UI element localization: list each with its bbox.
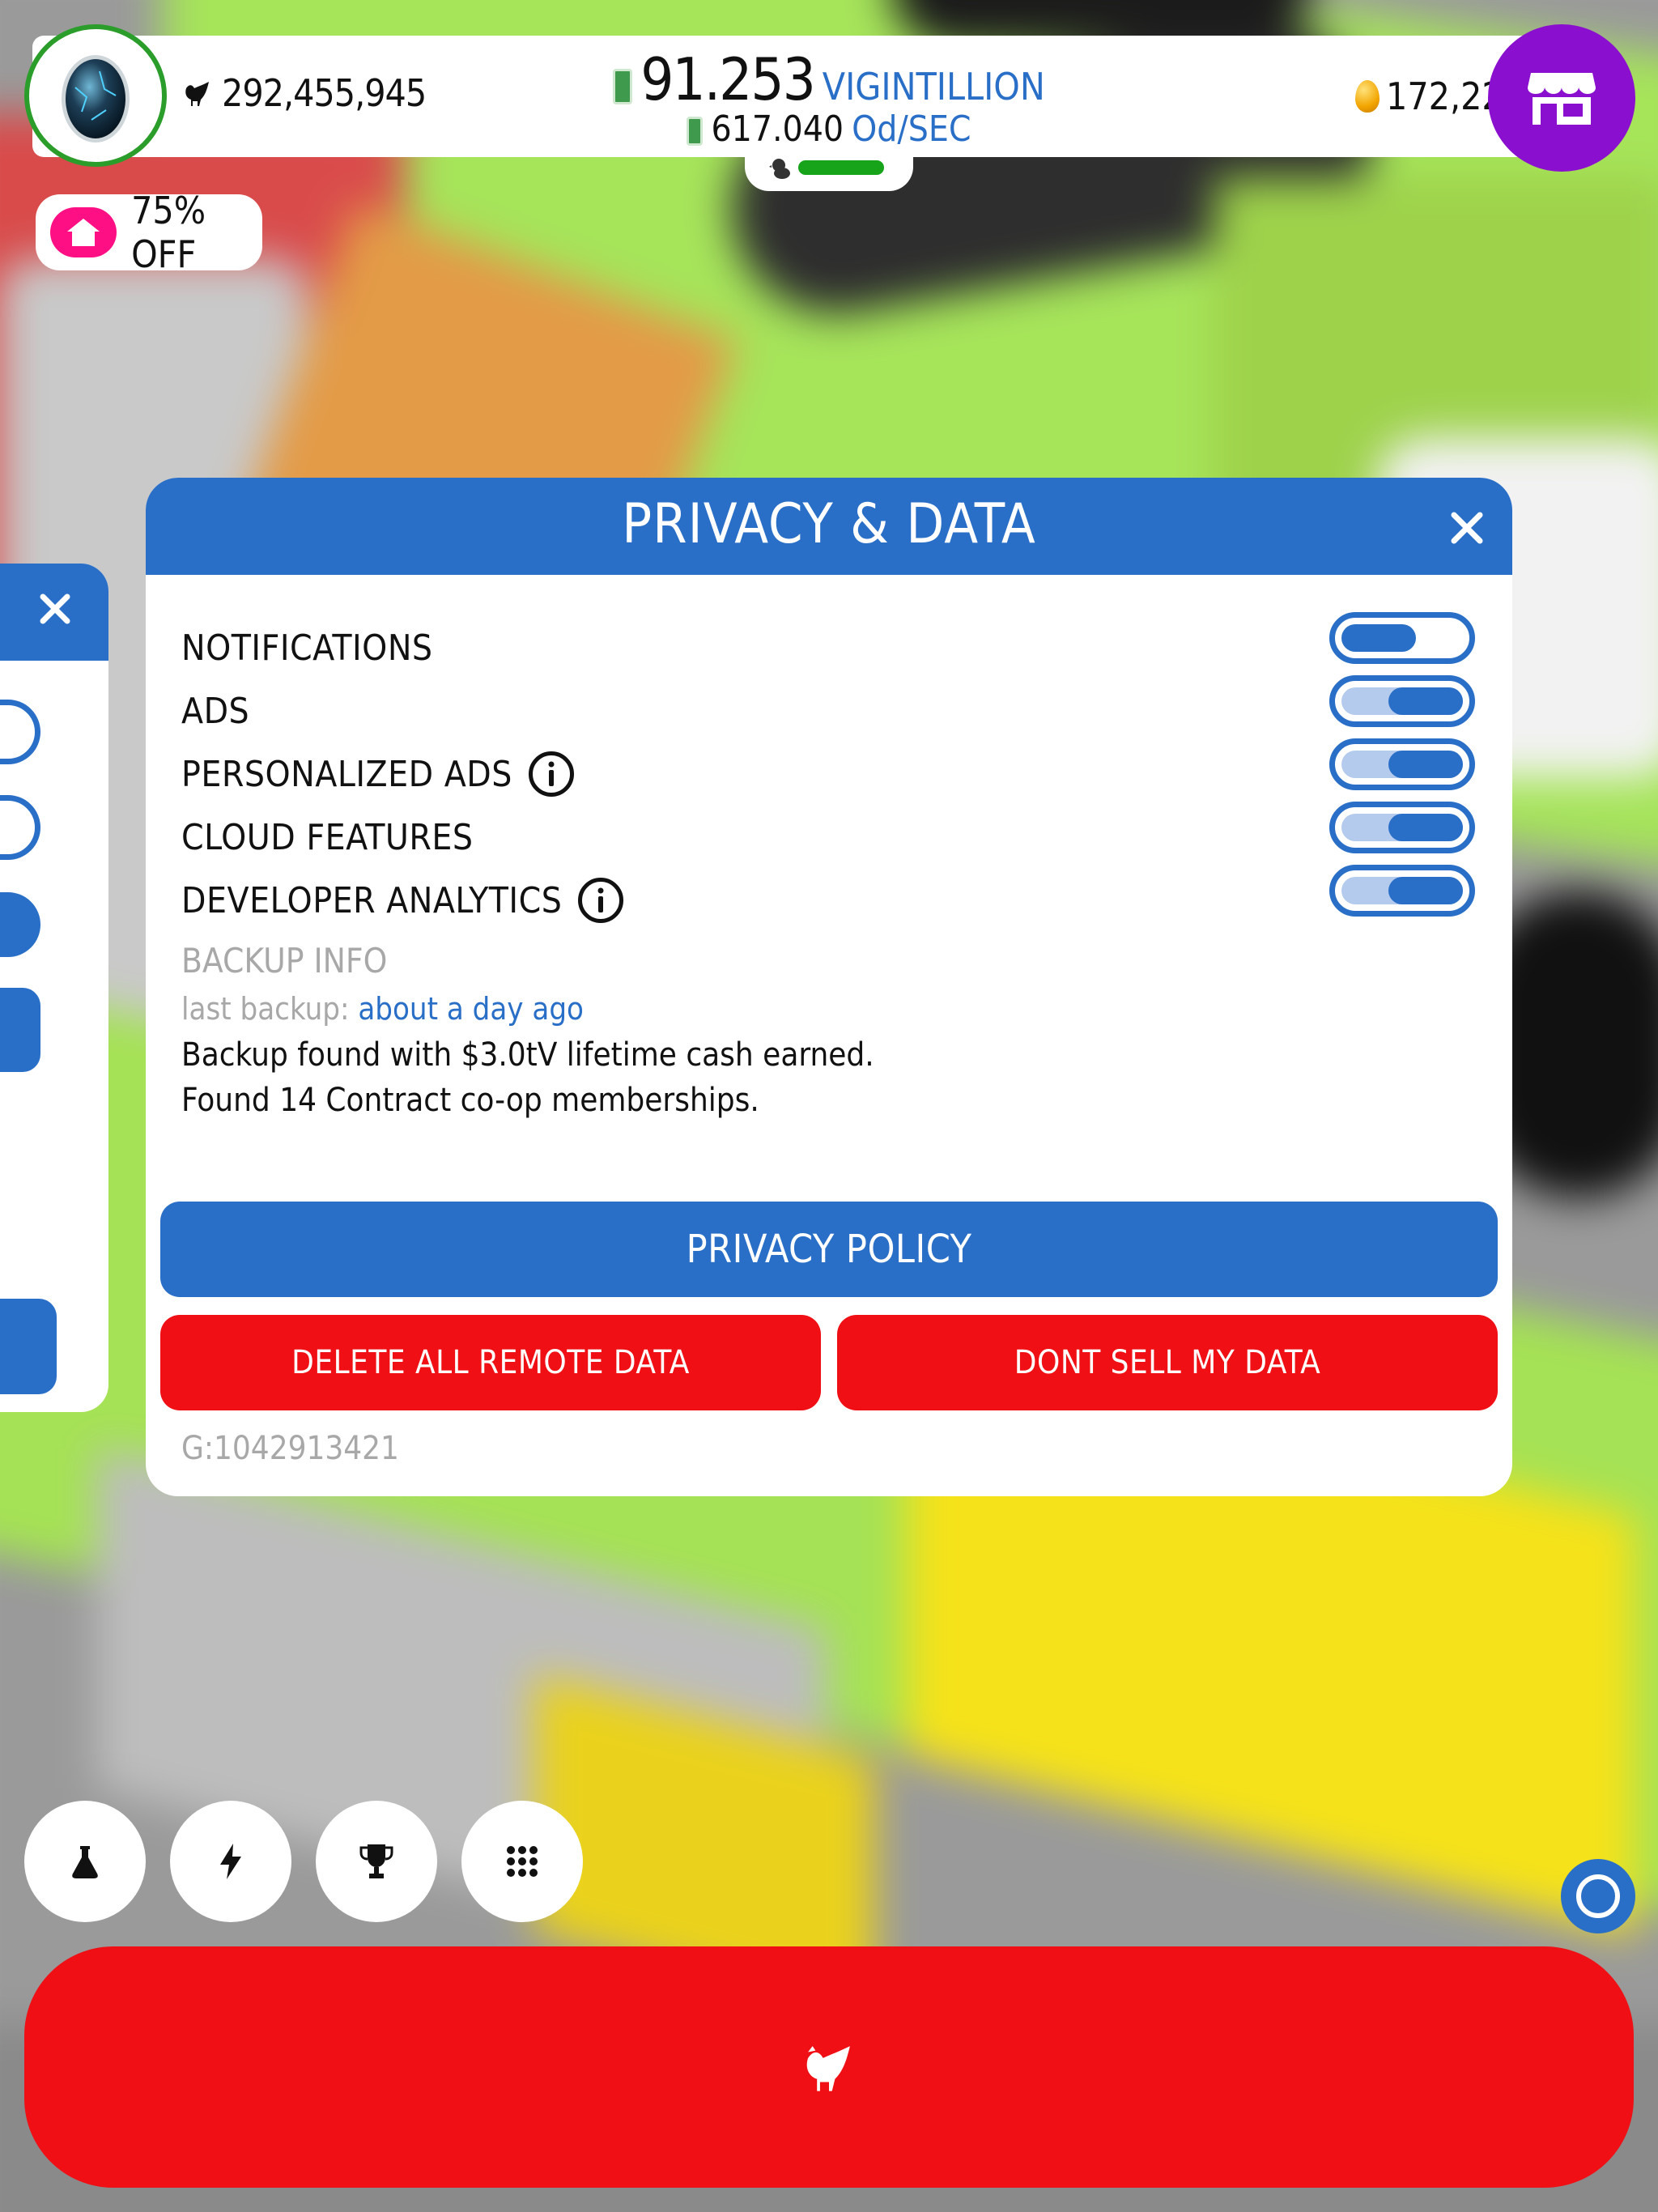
cash-amount: 91.253: [640, 45, 816, 113]
trophy-button[interactable]: [316, 1801, 437, 1922]
privacy-data-dialog: PRIVACY & DATA NOTIFICATIONS ADS PERSONA…: [146, 478, 1512, 1496]
backup-coop-summary: Found 14 Contract co-op memberships.: [181, 1082, 759, 1119]
ring-icon: [1576, 1874, 1620, 1918]
chick-icon: [769, 159, 790, 179]
boost-button[interactable]: [170, 1801, 291, 1922]
ads-toggle[interactable]: [1329, 675, 1475, 727]
setting-label: DEVELOPER ANALYTICS: [181, 879, 563, 921]
info-icon[interactable]: [528, 751, 574, 797]
setting-row-cloud-features: CLOUD FEATURES: [181, 808, 474, 866]
dont-sell-data-button[interactable]: DONT SELL MY DATA: [837, 1315, 1498, 1410]
side-button[interactable]: [0, 1299, 57, 1394]
golden-egg-icon: [1355, 80, 1380, 113]
background-settings-panel: [0, 564, 108, 1412]
hatch-chicken-button[interactable]: [24, 1946, 1634, 2188]
cash-bill-icon: [687, 117, 704, 146]
trophy-icon: [359, 1844, 393, 1878]
cloud-features-toggle[interactable]: [1329, 802, 1475, 853]
device-id: G:1042913421: [181, 1430, 399, 1467]
shop-button[interactable]: [1488, 24, 1635, 172]
research-icon: [72, 1846, 98, 1878]
close-icon[interactable]: [1449, 510, 1485, 546]
sale-text: 75% OFF: [131, 189, 206, 276]
menu-grid-icon: [507, 1846, 538, 1877]
setting-label: ADS: [181, 690, 250, 732]
cash-rate: 617.040: [711, 108, 844, 150]
menu-button[interactable]: [461, 1801, 583, 1922]
setting-row-personalized-ads: PERSONALIZED ADS: [181, 745, 574, 803]
delete-remote-data-button[interactable]: DELETE ALL REMOTE DATA: [160, 1315, 821, 1410]
chicken-icon: [806, 2046, 850, 2091]
shop-icon: [1528, 73, 1596, 125]
backup-summary: Backup found with $3.0tV lifetime cash e…: [181, 1036, 874, 1074]
cash-bill-icon: [613, 69, 633, 104]
setting-label: CLOUD FEATURES: [181, 816, 474, 858]
info-icon[interactable]: [578, 878, 624, 923]
last-backup-label: last backup:: [181, 991, 350, 1027]
notifications-toggle[interactable]: [1329, 612, 1475, 664]
personalized-ads-toggle[interactable]: [1329, 738, 1475, 790]
close-icon[interactable]: [39, 593, 71, 625]
hatchery-capacity-tab: [745, 146, 913, 191]
camera-toggle-button[interactable]: [1561, 1859, 1635, 1933]
hatchery-progress-bar: [798, 160, 884, 175]
setting-row-ads: ADS: [181, 682, 249, 740]
setting-label: NOTIFICATIONS: [181, 627, 433, 669]
side-toggle[interactable]: [0, 892, 40, 957]
setting-row-developer-analytics: DEVELOPER ANALYTICS: [181, 871, 624, 929]
side-toggle[interactable]: [0, 795, 40, 860]
side-button[interactable]: [0, 988, 40, 1072]
side-toggle[interactable]: [0, 700, 40, 764]
dialog-title: PRIVACY & DATA: [622, 492, 1036, 556]
house-icon: [50, 207, 117, 257]
dialog-header: PRIVACY & DATA: [146, 478, 1512, 575]
setting-label: PERSONALIZED ADS: [181, 753, 512, 795]
cash-rate-unit: Od/SEC: [852, 108, 971, 150]
cash-unit: VIGINTILLION: [822, 65, 1045, 108]
boost-icon: [220, 1844, 241, 1879]
last-backup-line: last backup: about a day ago: [181, 991, 584, 1027]
privacy-policy-button[interactable]: PRIVACY POLICY: [160, 1202, 1498, 1297]
backup-info-heading: BACKUP INFO: [181, 941, 388, 981]
sale-banner[interactable]: 75% OFF: [36, 189, 262, 276]
last-backup-value: about a day ago: [358, 991, 584, 1027]
setting-row-notifications: NOTIFICATIONS: [181, 619, 433, 677]
research-button[interactable]: [24, 1801, 146, 1922]
developer-analytics-toggle[interactable]: [1329, 865, 1475, 917]
